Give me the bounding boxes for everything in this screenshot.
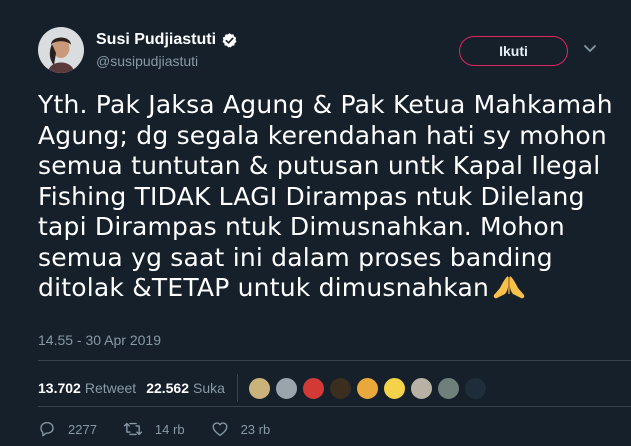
- stats-separator: [236, 374, 238, 402]
- retweets-count[interactable]: 13.702: [38, 380, 81, 396]
- user-info: Susi Pudjiastuti @susipudjiastuti: [96, 31, 238, 69]
- display-name[interactable]: Susi Pudjiastuti: [96, 31, 216, 49]
- tweet-body: Yth. Pak Jaksa Agung & Pak Ketua Mahkama…: [38, 90, 613, 302]
- user-handle[interactable]: @susipudjiastuti: [96, 53, 238, 69]
- liker-avatar[interactable]: [247, 376, 271, 400]
- folded-hands-emoji-icon: [491, 274, 527, 308]
- liker-avatar[interactable]: [463, 376, 487, 400]
- liker-avatar[interactable]: [328, 376, 352, 400]
- divider: [38, 406, 631, 407]
- reply-count: 2277: [68, 421, 97, 437]
- retweet-count: 14 rb: [154, 421, 185, 437]
- display-name-row[interactable]: Susi Pudjiastuti: [96, 31, 238, 49]
- reply-action[interactable]: 2277: [38, 420, 97, 438]
- action-bar: 2277 14 rb 23 rb: [38, 420, 296, 438]
- reply-icon[interactable]: [38, 420, 56, 438]
- retweet-icon[interactable]: [123, 420, 143, 438]
- liker-avatar[interactable]: [301, 376, 325, 400]
- avatar[interactable]: [38, 27, 84, 73]
- liker-avatar[interactable]: [274, 376, 298, 400]
- liker-avatar[interactable]: [355, 376, 379, 400]
- liker-avatar[interactable]: [409, 376, 433, 400]
- avatar-image: [38, 27, 84, 73]
- liker-avatars: [247, 376, 491, 400]
- liker-avatar[interactable]: [436, 376, 460, 400]
- tweet-timestamp[interactable]: 14.55 - 30 Apr 2019: [38, 332, 161, 348]
- retweets-label[interactable]: Retweet: [85, 380, 136, 396]
- tweet-text: Yth. Pak Jaksa Agung & Pak Ketua Mahkama…: [38, 90, 628, 308]
- verified-badge-icon: [221, 32, 238, 49]
- like-action[interactable]: 23 rb: [211, 420, 271, 438]
- tweet-card: Susi Pudjiastuti @susipudjiastuti Ikuti …: [0, 0, 631, 446]
- like-count: 23 rb: [240, 421, 271, 437]
- liker-avatar[interactable]: [382, 376, 406, 400]
- heart-icon[interactable]: [211, 420, 229, 438]
- engagement-stats: 13.702 Retweet 22.562 Suka: [38, 374, 491, 402]
- chevron-down-icon[interactable]: [583, 44, 597, 54]
- follow-button[interactable]: Ikuti: [459, 36, 568, 66]
- retweet-action[interactable]: 14 rb: [123, 420, 185, 438]
- likes-count[interactable]: 22.562: [146, 380, 189, 396]
- divider: [38, 360, 631, 361]
- likes-label[interactable]: Suka: [193, 380, 225, 396]
